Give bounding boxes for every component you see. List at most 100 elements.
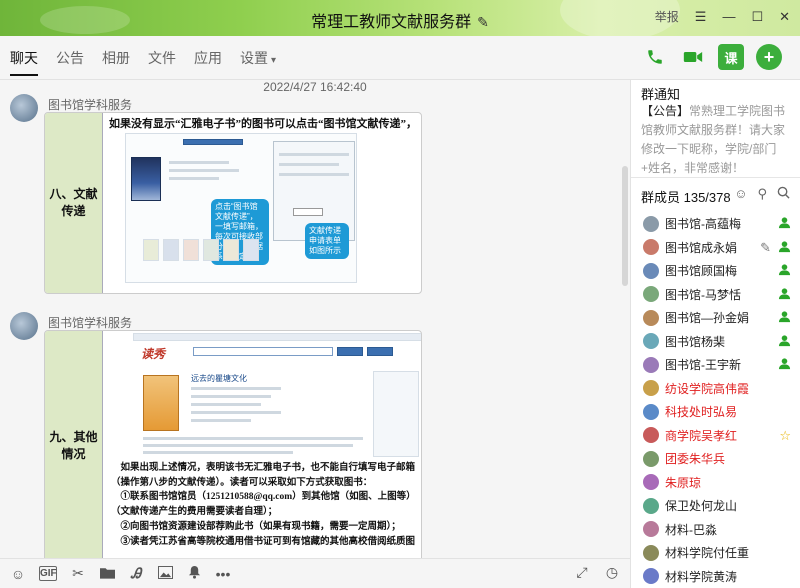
font-icon[interactable]: Ꭿ xyxy=(128,565,144,582)
close-icon[interactable]: ✕ xyxy=(779,9,790,25)
avatar xyxy=(643,521,659,538)
tab-files[interactable]: 文件 xyxy=(148,48,176,76)
message-image[interactable]: 八、文献传递 如果没有显示“汇雅电子书”的图书可以点击“图书馆文献传递”，邮箱接… xyxy=(44,112,422,294)
nav-strip xyxy=(133,333,421,341)
owner-star-icon: ☆ xyxy=(779,427,791,443)
member-item[interactable]: 图书馆-王宇新 xyxy=(631,353,800,377)
instruction-line: 如果出现上述情况，表明该书无汇雅电子书，也不能自行填写电子邮箱收文献传递 xyxy=(120,463,416,473)
callout-bubble: 点击“图书馆文献传递”，一填写邮箱，每次可接收部分页面（根据系统规定） xyxy=(211,199,269,265)
add-member-icon[interactable]: ⚲ xyxy=(757,186,767,202)
tab-apps[interactable]: 应用 xyxy=(194,48,222,76)
header-actions: 课 + xyxy=(642,44,782,70)
expand-icon[interactable]: ⤢ xyxy=(574,564,590,581)
image-headline: 如果没有显示“汇雅电子书”的图书可以点击“图书馆文献传递”，邮箱接收图书。 xyxy=(109,118,415,130)
add-icon[interactable]: + xyxy=(756,44,782,70)
image-body: 读秀 远去的瞿塘文化 如果出现上述情况，表明该书无汇雅电子书，也不能自行填写电子… xyxy=(103,331,421,558)
avatar xyxy=(643,568,659,585)
text-line xyxy=(279,153,349,156)
member-item[interactable]: 图书馆-马梦恬 xyxy=(631,283,800,307)
bell-icon[interactable] xyxy=(186,565,202,582)
member-item[interactable]: 图书馆顾国梅 xyxy=(631,259,800,283)
tab-album[interactable]: 相册 xyxy=(102,48,130,76)
callout-bubble: 文献传递申请表单如图所示 xyxy=(305,223,349,259)
avatar[interactable] xyxy=(10,312,38,340)
message-image[interactable]: 九、其他情况 读秀 远去的瞿塘文化 如果出现上述情况，表明该书无汇雅电子书，也不… xyxy=(44,330,422,558)
gif-icon[interactable]: GIF xyxy=(39,566,57,581)
avatar xyxy=(643,333,659,350)
pencil-icon[interactable]: ✎ xyxy=(760,240,771,256)
member-item[interactable]: 材料学院付任重 xyxy=(631,541,800,565)
course-icon[interactable]: 课 xyxy=(718,44,744,70)
avatar xyxy=(643,380,659,397)
divider xyxy=(631,177,800,178)
scissors-icon[interactable]: ✂ xyxy=(70,565,86,582)
admin-badge-icon xyxy=(778,240,791,256)
member-item[interactable]: 保卫处何龙山 xyxy=(631,494,800,518)
avatar xyxy=(643,286,659,303)
member-item[interactable]: 商学院吴孝红 ☆ xyxy=(631,424,800,448)
menu-icon[interactable]: ☰ xyxy=(695,9,707,25)
chat-scrollbar[interactable] xyxy=(622,166,628,286)
member-item[interactable]: 图书馆-高蕴梅 xyxy=(631,212,800,236)
search-button xyxy=(367,347,393,356)
group-notice-body[interactable]: 【公告】常熟理工学院图书馆教师文献服务群！请大家修改一下昵称，学院/部门+姓名，… xyxy=(641,102,793,178)
member-name: 图书馆-马梦恬 xyxy=(665,287,741,302)
avatar xyxy=(643,356,659,373)
report-link[interactable]: 举报 xyxy=(655,8,679,25)
emoji-icon[interactable]: ☺ xyxy=(10,566,26,582)
tab-notice[interactable]: 公告 xyxy=(56,48,84,76)
text-line xyxy=(143,444,353,447)
member-item[interactable]: 材料学院黄涛 xyxy=(631,565,800,588)
tab-settings-label: 设置 xyxy=(240,50,268,66)
member-item[interactable]: 图书馆—孙金娟 xyxy=(631,306,800,330)
admin-badge-icon xyxy=(778,216,791,232)
window-title: 常理工教师文献服务群 xyxy=(311,14,472,31)
member-name: 商学院吴孝红 xyxy=(665,428,738,443)
pencil-icon[interactable]: ✎ xyxy=(477,14,489,31)
member-item[interactable]: 团委朱华兵 xyxy=(631,447,800,471)
invite-icon[interactable]: ☺ xyxy=(734,186,747,202)
video-icon[interactable] xyxy=(680,44,706,70)
tab-chat[interactable]: 聊天 xyxy=(10,48,38,76)
book-cover xyxy=(131,157,161,201)
chat-area[interactable]: 2022/4/27 16:42:40 图书馆学科服务 八、文献传递 如果没有显示… xyxy=(0,80,630,558)
title-bar: 常理工教师文献服务群 ✎ 举报 ☰ — ☐ ✕ xyxy=(0,0,800,40)
message-sender[interactable]: 图书馆学科服务 xyxy=(48,96,132,113)
search-icon[interactable] xyxy=(777,186,790,202)
phone-icon[interactable] xyxy=(642,44,668,70)
member-name: 材料-巴淼 xyxy=(665,522,717,537)
search-button xyxy=(337,347,363,356)
member-name: 图书馆杨棐 xyxy=(665,334,726,349)
minimize-icon[interactable]: — xyxy=(722,9,735,24)
avatar[interactable] xyxy=(10,94,38,122)
folder-icon[interactable] xyxy=(99,566,115,582)
member-item[interactable]: 纺设学院高伟霞 xyxy=(631,377,800,401)
side-panel xyxy=(373,371,419,457)
admin-badge-icon xyxy=(778,357,791,373)
message-sender[interactable]: 图书馆学科服务 xyxy=(48,314,132,331)
more-icon[interactable]: ••• xyxy=(215,566,231,582)
tab-settings[interactable]: 设置 ▾ xyxy=(240,48,276,76)
admin-badge-icon xyxy=(778,310,791,326)
member-name: 团委朱华兵 xyxy=(665,452,726,467)
image-icon[interactable] xyxy=(157,565,173,582)
instruction-line: ①联系图书馆馆员（1251210588@qq.com）到其他馆（如图、上图等）进… xyxy=(120,492,416,503)
avatar xyxy=(643,497,659,514)
text-line xyxy=(169,161,229,164)
member-item[interactable]: 科技处时弘易 xyxy=(631,400,800,424)
text-line xyxy=(191,403,261,406)
member-name: 图书馆-王宇新 xyxy=(665,358,741,373)
member-item[interactable]: 朱原琼 xyxy=(631,471,800,495)
avatar xyxy=(643,544,659,561)
member-name: 图书馆—孙金娟 xyxy=(665,311,750,326)
text-line xyxy=(191,411,281,414)
maximize-icon[interactable]: ☐ xyxy=(751,9,763,25)
member-item[interactable]: 图书馆成永娟 ✎ xyxy=(631,236,800,260)
text-line xyxy=(191,395,271,398)
member-name: 图书馆成永娟 xyxy=(665,240,738,255)
member-item[interactable]: 材料-巴淼 xyxy=(631,518,800,542)
member-name: 材料学院黄涛 xyxy=(665,569,738,584)
history-icon[interactable]: ◷ xyxy=(604,564,620,581)
member-item[interactable]: 图书馆杨棐 xyxy=(631,330,800,354)
instruction-line: ②向图书馆资源建设部荐购此书（如果有现书籍，需要一定周期）； xyxy=(120,521,401,532)
